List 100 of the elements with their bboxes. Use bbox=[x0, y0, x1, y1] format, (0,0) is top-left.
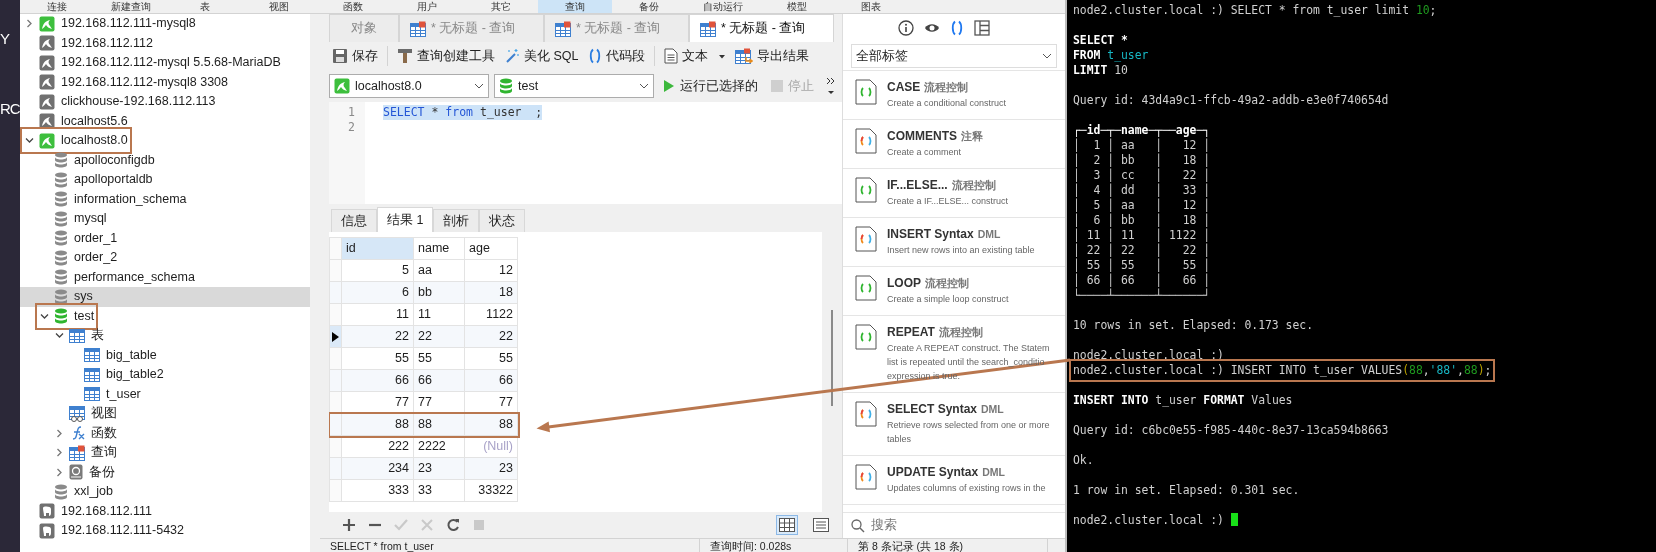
result-tab[interactable]: 剖析 bbox=[433, 209, 480, 232]
menu-tab[interactable]: 表 bbox=[168, 0, 242, 13]
tree-item[interactable]: clickhouse-192.168.112.113 bbox=[20, 92, 310, 112]
snippet-item[interactable]: CASE 流程控制 Create a conditional construct bbox=[843, 71, 1065, 120]
toolbar-button[interactable]: 查询创建工具 bbox=[397, 46, 495, 66]
tree-item[interactable]: 192.168.112.111-5432 bbox=[20, 521, 310, 541]
add-icon[interactable] bbox=[342, 518, 356, 532]
search-field[interactable]: 搜索 bbox=[869, 515, 1065, 536]
menu-tab[interactable]: 自动运行 bbox=[686, 0, 760, 13]
result-tab[interactable]: 结果 1 bbox=[377, 207, 434, 232]
tree-item[interactable]: localhost8.0 bbox=[20, 131, 310, 151]
toolbar-button[interactable]: 美化 SQL bbox=[504, 46, 579, 66]
column-header[interactable]: age bbox=[464, 237, 518, 260]
tree-item[interactable]: big_table bbox=[20, 345, 310, 365]
tree-item[interactable]: 192.168.112.112-mysql8 3308 bbox=[20, 72, 310, 92]
tree-item[interactable]: test bbox=[20, 306, 310, 326]
database-select[interactable]: test bbox=[494, 74, 654, 98]
snippet-file-icon bbox=[855, 177, 877, 203]
info-icon[interactable] bbox=[898, 20, 914, 36]
grid-view-toggle[interactable] bbox=[776, 515, 798, 535]
tree-item[interactable]: 192.168.112.112 bbox=[20, 33, 310, 53]
tag-filter-select[interactable]: 全部标签 bbox=[851, 44, 1057, 68]
menu-tab[interactable]: 函数 bbox=[316, 0, 390, 13]
snippet-item[interactable]: SELECT Syntax DML Retrieve rows selected from one or more tables bbox=[843, 393, 1065, 456]
tree-item[interactable]: information_schema bbox=[20, 189, 310, 209]
tree-item[interactable]: big_table2 bbox=[20, 365, 310, 385]
snippet-item[interactable]: COMMENTS 注释 Create a comment bbox=[843, 120, 1065, 169]
snippet-description: Create a comment bbox=[887, 146, 963, 159]
snippet-item[interactable]: LOOP 流程控制 Create a simple loop construct bbox=[843, 267, 1065, 316]
menu-tab[interactable]: 视图 bbox=[242, 0, 316, 13]
menu-tab[interactable]: 用户 bbox=[390, 0, 464, 13]
snippet-item[interactable]: UPDATE Syntax DML Updates columns of existing rows in the bbox=[843, 456, 1065, 505]
toolbar-button[interactable]: 保存 bbox=[332, 46, 378, 66]
chevron-icon[interactable] bbox=[40, 311, 49, 321]
run-button[interactable]: 运行已选择的 bbox=[659, 76, 762, 96]
toolbar-button[interactable]: 导出结果 bbox=[734, 46, 809, 66]
table-cell: 12 bbox=[464, 259, 518, 282]
table-icon bbox=[84, 348, 100, 363]
tree-item[interactable]: 视图 bbox=[20, 404, 310, 424]
menu-tab[interactable]: 备份 bbox=[612, 0, 686, 13]
terminal-line: │ 66 │ 66 │ 66 │ bbox=[1073, 273, 1211, 288]
table-cell: 11 bbox=[413, 303, 465, 326]
chevron-icon[interactable] bbox=[55, 467, 64, 477]
tree-item[interactable]: 备份 bbox=[20, 462, 310, 482]
tree-item[interactable]: order_1 bbox=[20, 228, 310, 248]
tree-item[interactable]: 查询 bbox=[20, 443, 310, 463]
chevron-icon[interactable] bbox=[25, 19, 34, 29]
table-cell: 2222 bbox=[413, 435, 465, 458]
table-icon bbox=[69, 328, 85, 343]
tree-item[interactable]: apolloconfigdb bbox=[20, 150, 310, 170]
stop-icon bbox=[771, 80, 783, 92]
chevron-icon[interactable] bbox=[55, 448, 64, 458]
tree-item[interactable]: 表 bbox=[20, 326, 310, 346]
tree-item[interactable]: 192.168.112.111-mysql8 bbox=[20, 14, 310, 34]
tree-item[interactable]: 192.168.112.112-mysql 5.5.68-MariaDB bbox=[20, 53, 310, 73]
tree-item[interactable]: localhost5.6 bbox=[20, 111, 310, 131]
snippet-item[interactable]: INSERT Syntax DML Insert new rows into an existing table bbox=[843, 218, 1065, 267]
menu-tab[interactable]: 图表 bbox=[834, 0, 908, 13]
menu-tab[interactable]: 查询 bbox=[538, 0, 612, 13]
tree-item[interactable]: xxl_job bbox=[20, 482, 310, 502]
snippet-file-icon bbox=[855, 128, 877, 154]
braces-icon[interactable] bbox=[950, 20, 964, 36]
connection-select[interactable]: localhost8.0 bbox=[329, 74, 489, 98]
result-tab[interactable]: 信息 bbox=[331, 209, 377, 232]
overflow-icon[interactable] bbox=[826, 75, 836, 97]
terminal-line: │ 11 │ 11 │ 1122 │ bbox=[1073, 228, 1211, 243]
column-header[interactable]: name bbox=[413, 237, 465, 260]
snippet-file-icon bbox=[855, 401, 877, 427]
tree-item[interactable]: apolloportaldb bbox=[20, 170, 310, 190]
tree-item[interactable]: mysql bbox=[20, 209, 310, 229]
column-header[interactable]: id bbox=[341, 237, 414, 260]
tree-item[interactable]: 函数 bbox=[20, 423, 310, 443]
tree-item[interactable]: performance_schema bbox=[20, 267, 310, 287]
menu-tab[interactable]: 新建查询 bbox=[94, 0, 168, 13]
chevron-icon[interactable] bbox=[55, 331, 64, 341]
snippet-item[interactable]: IF...ELSE... 流程控制 Create a IF...ELSE... construct bbox=[843, 169, 1065, 218]
refresh-icon[interactable] bbox=[446, 518, 460, 532]
layout-icon[interactable] bbox=[974, 20, 990, 36]
line-number: 1 bbox=[347, 105, 356, 120]
menu-tab[interactable]: 其它 bbox=[464, 0, 538, 13]
terminal-line: LIMIT 10 bbox=[1073, 63, 1128, 78]
tree-item[interactable]: 192.168.112.111 bbox=[20, 501, 310, 521]
form-view-toggle[interactable] bbox=[810, 515, 832, 535]
editor-tab[interactable]: * 无标题 - 查询 bbox=[689, 14, 834, 42]
result-tab[interactable]: 状态 bbox=[479, 209, 526, 232]
tree-item[interactable]: order_2 bbox=[20, 248, 310, 268]
toolbar-button[interactable]: 代码段 bbox=[587, 46, 645, 66]
snippet-title: LOOP bbox=[887, 276, 921, 290]
snippet-title: UPDATE Syntax bbox=[887, 465, 979, 479]
chevron-icon[interactable] bbox=[25, 136, 34, 146]
table-cell: aa bbox=[413, 259, 465, 282]
tree-item[interactable]: t_user bbox=[20, 384, 310, 404]
toolbar-button[interactable]: 文本 bbox=[663, 46, 726, 66]
snippet-file-icon bbox=[855, 226, 877, 252]
tree-item[interactable]: sys bbox=[20, 287, 310, 307]
scrollbar[interactable] bbox=[831, 310, 833, 406]
view-icon bbox=[69, 405, 85, 422]
menu-tab[interactable]: 连接 bbox=[20, 0, 94, 13]
menu-tab[interactable]: 模型 bbox=[760, 0, 834, 13]
chevron-icon[interactable] bbox=[55, 428, 64, 438]
